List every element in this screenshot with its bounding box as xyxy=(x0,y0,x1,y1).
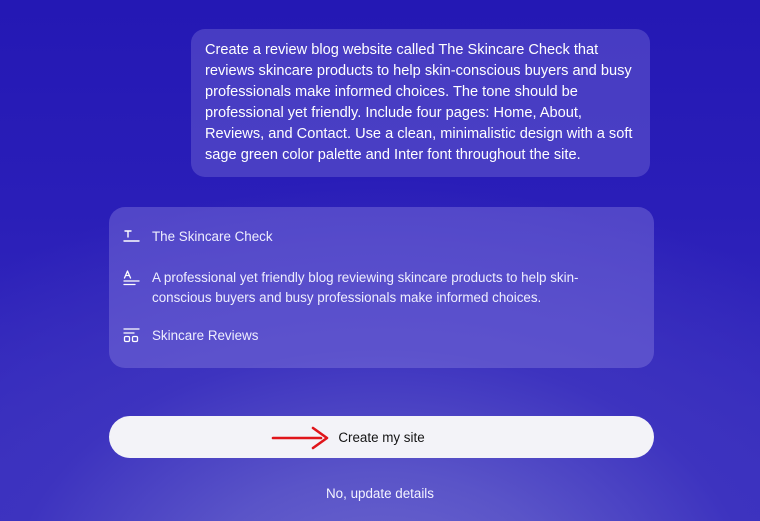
create-my-site-button[interactable]: Create my site xyxy=(109,416,654,458)
text-title-icon xyxy=(123,227,141,247)
user-prompt-bubble: Create a review blog website called The … xyxy=(191,29,650,177)
update-details-link[interactable]: No, update details xyxy=(0,486,760,501)
layout-category-icon xyxy=(123,326,141,346)
site-details-card: The Skincare Check A professional yet fr… xyxy=(109,207,654,368)
site-description-value: A professional yet friendly blog reviewi… xyxy=(152,270,579,305)
site-description-row: A professional yet friendly blog reviewi… xyxy=(123,268,634,308)
site-title-row: The Skincare Check xyxy=(123,227,634,247)
red-arrow-icon xyxy=(271,426,329,450)
text-description-icon xyxy=(123,268,141,288)
site-title-value: The Skincare Check xyxy=(152,229,273,244)
site-category-row: Skincare Reviews xyxy=(123,326,634,346)
site-category-value: Skincare Reviews xyxy=(152,328,259,343)
create-my-site-label: Create my site xyxy=(338,429,425,445)
user-prompt-text: Create a review blog website called The … xyxy=(205,42,633,163)
